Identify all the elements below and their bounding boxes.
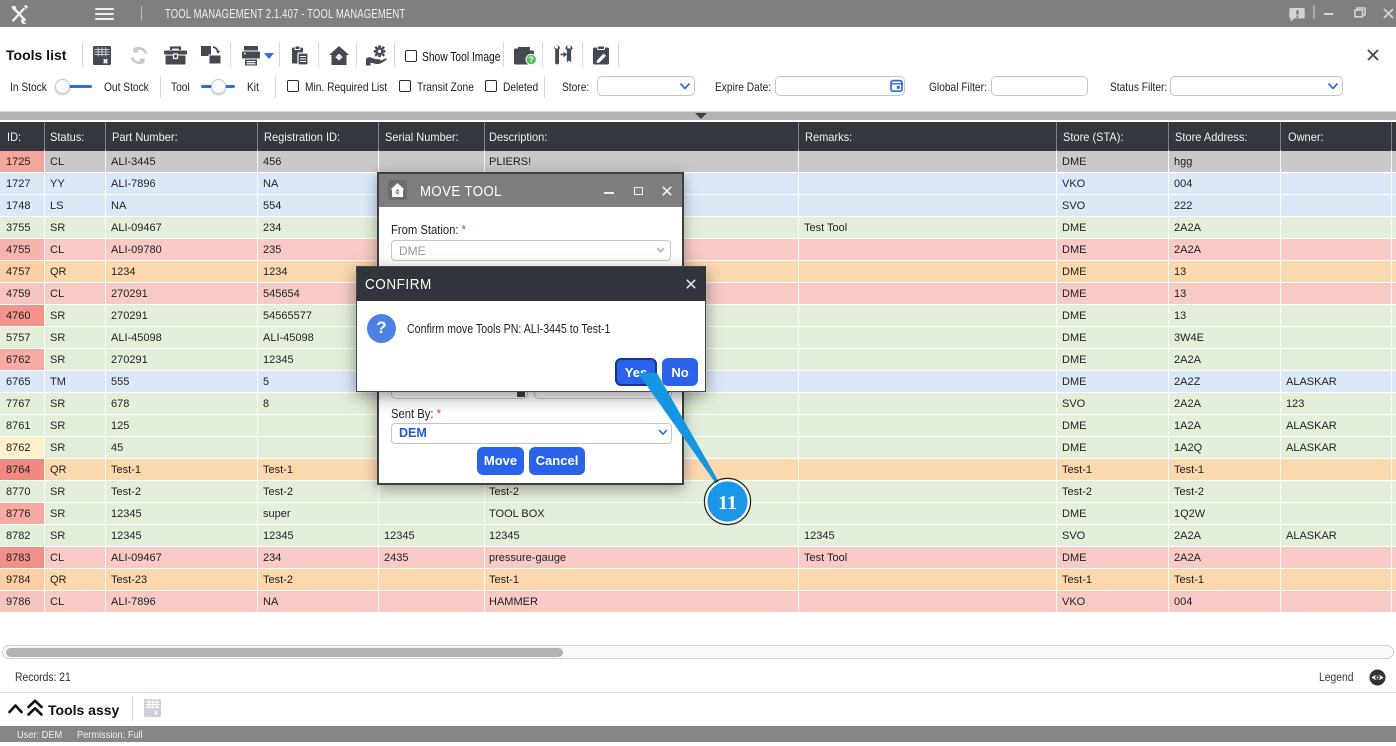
svg-text:?: ? [529, 55, 534, 65]
svg-text:11: 11 [718, 492, 737, 514]
